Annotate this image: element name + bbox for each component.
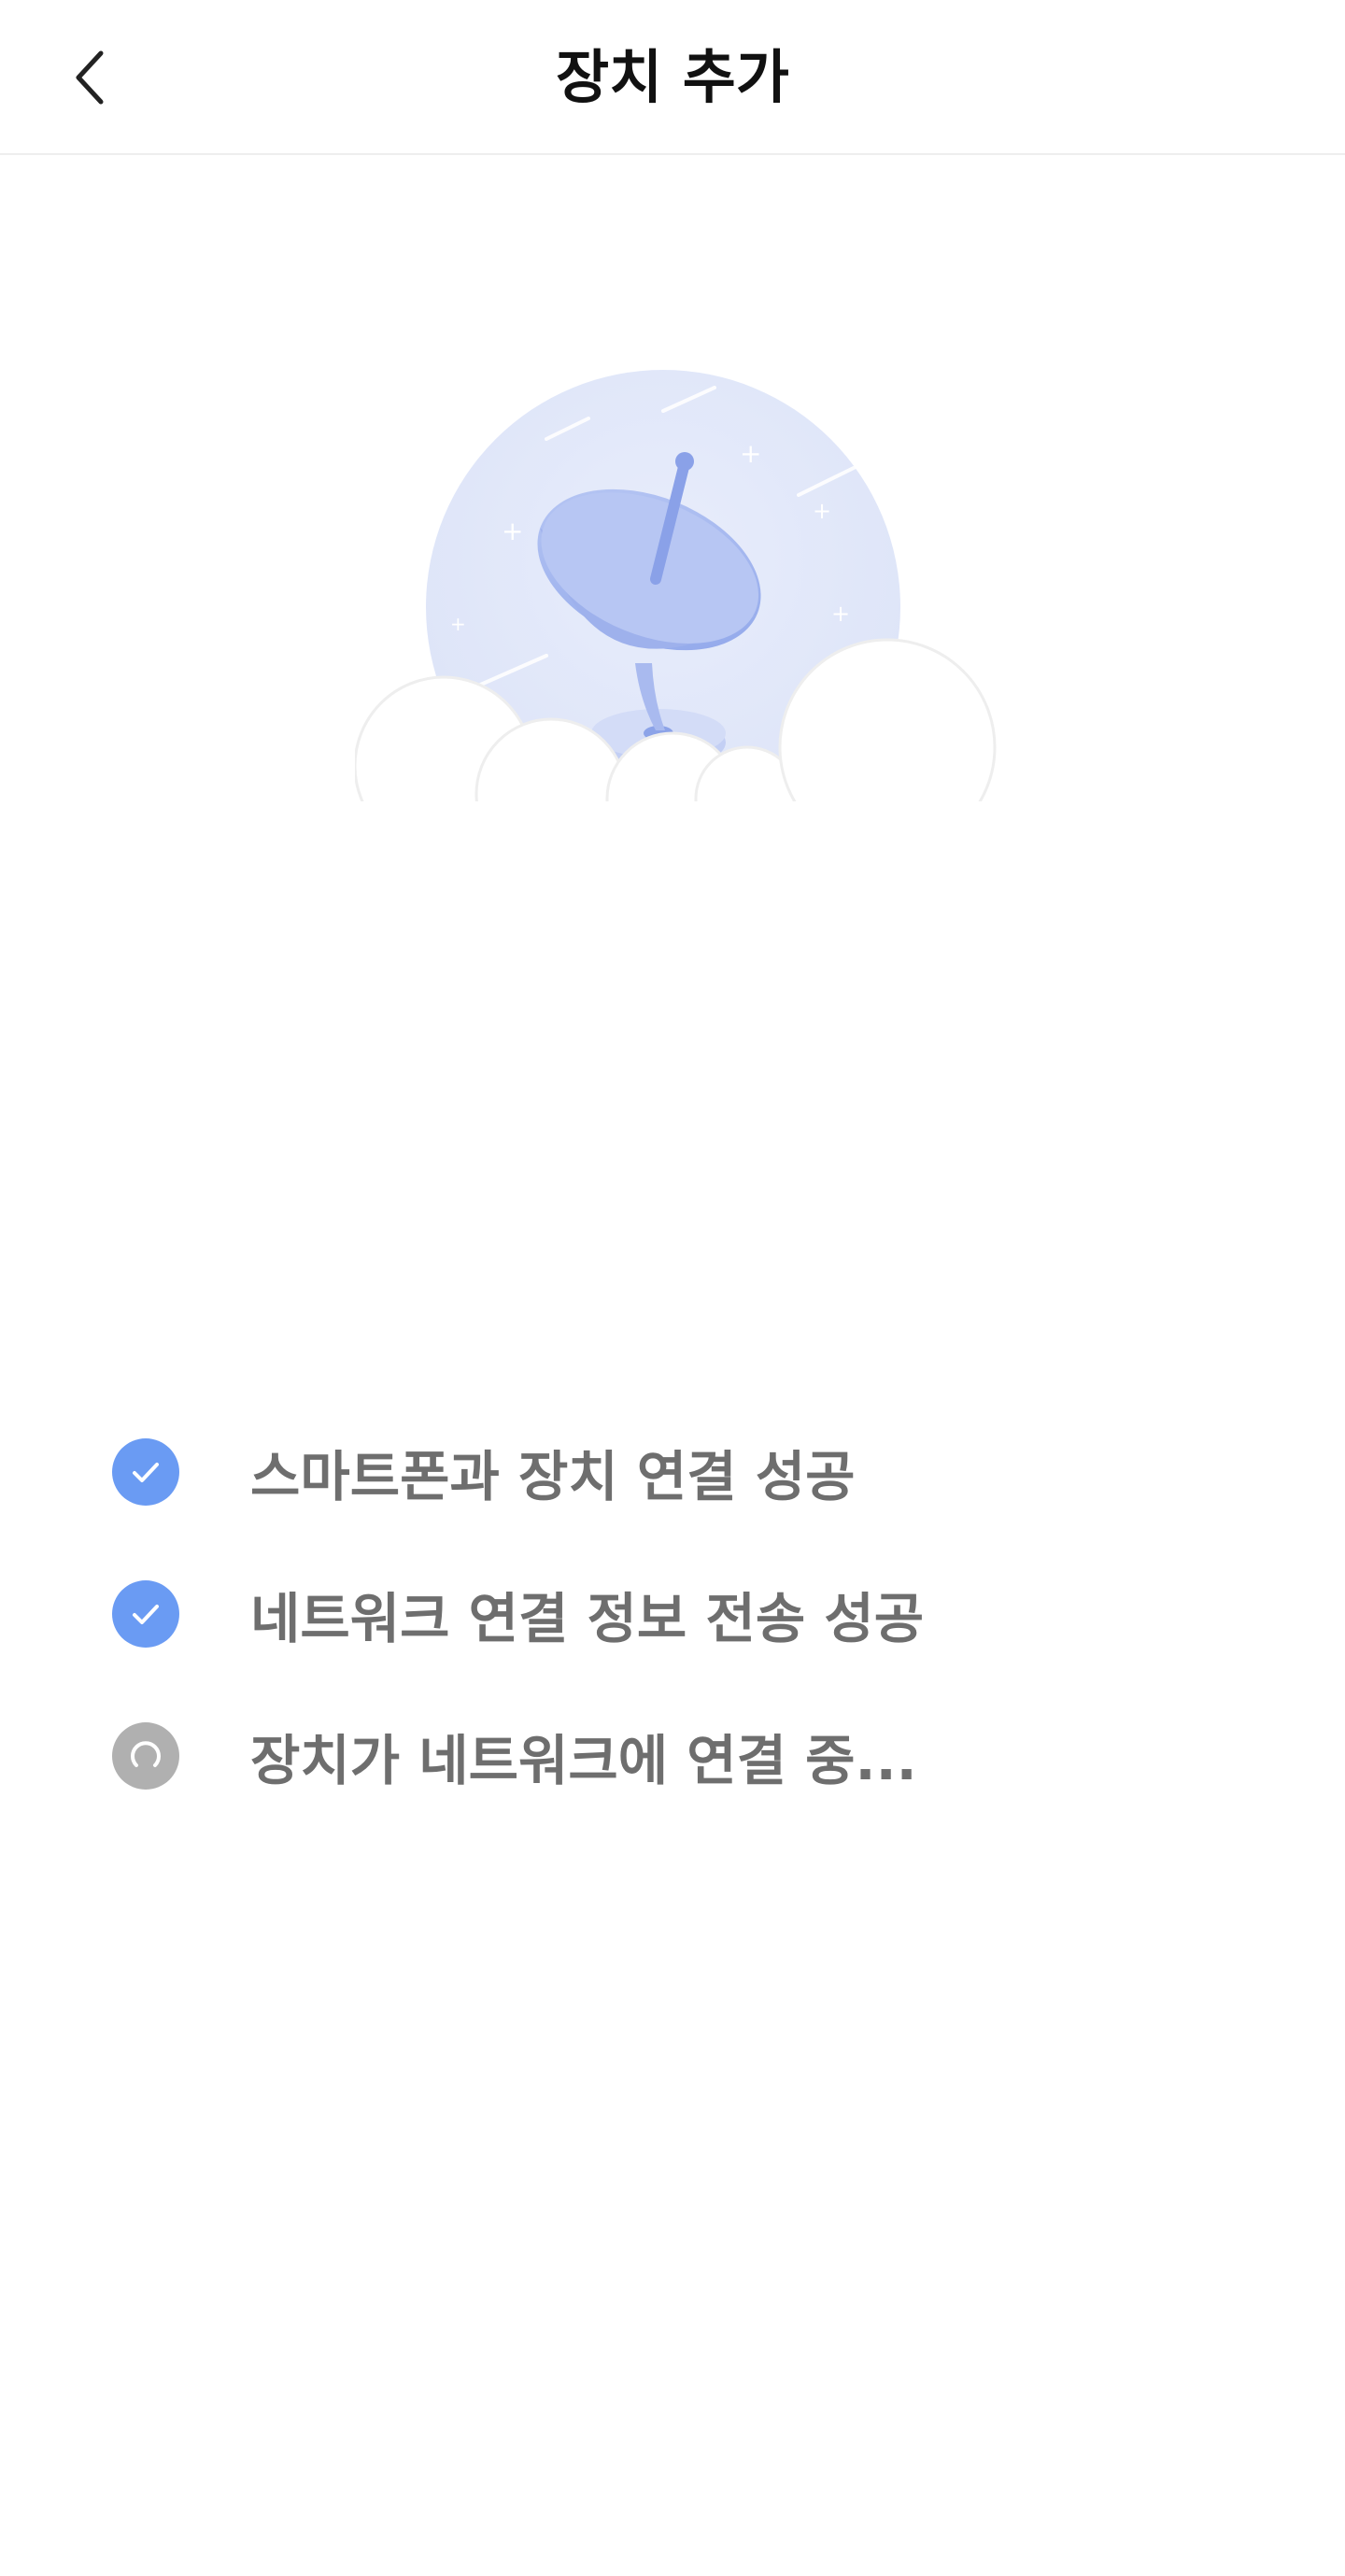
connection-steps: 스마트폰과 장치 연결 성공 네트워크 연결 정보 전송 성공 장치가 네트워크… bbox=[112, 1401, 1233, 1827]
top-bar: 장치 추가 bbox=[0, 0, 1345, 155]
check-circle-icon bbox=[112, 1438, 179, 1506]
step-label: 장치가 네트워크에 연결 중... bbox=[250, 1729, 917, 1792]
step-label: 네트워크 연결 정보 전송 성공 bbox=[250, 1587, 925, 1650]
step-item: 네트워크 연결 정보 전송 성공 bbox=[112, 1543, 1233, 1685]
page-title: 장치 추가 bbox=[556, 43, 789, 111]
svg-text:+: + bbox=[502, 516, 523, 546]
svg-text:+: + bbox=[740, 438, 761, 469]
svg-text:+: + bbox=[450, 613, 466, 635]
check-circle-icon bbox=[112, 1580, 179, 1648]
svg-text:+: + bbox=[831, 601, 850, 627]
step-item: 스마트폰과 장치 연결 성공 bbox=[112, 1401, 1233, 1543]
step-item: 장치가 네트워크에 연결 중... bbox=[112, 1685, 1233, 1827]
svg-text:+: + bbox=[813, 498, 831, 524]
step-label: 스마트폰과 장치 연결 성공 bbox=[250, 1445, 856, 1508]
loading-spinner-icon bbox=[112, 1722, 179, 1790]
satellite-dish-illustration: + + + + + bbox=[355, 355, 1009, 803]
